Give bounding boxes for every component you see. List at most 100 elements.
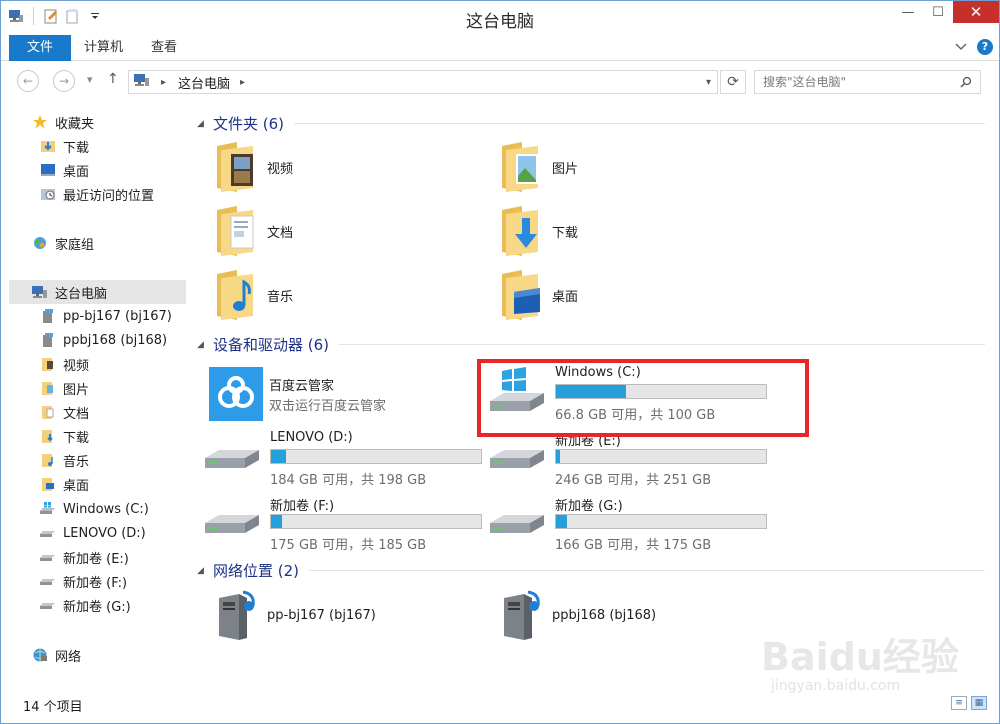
tab-view[interactable]: 查看: [138, 35, 190, 61]
drive-usage-fill: [271, 450, 286, 463]
expand-ribbon-icon[interactable]: [955, 40, 967, 54]
breadcrumb-separator-icon[interactable]: ▸: [240, 77, 245, 88]
folder-tile-downloads[interactable]: 下载: [494, 203, 578, 259]
group-header-network[interactable]: ◢ 网络位置 (2): [197, 560, 985, 581]
search-input[interactable]: 搜索"这台电脑": [754, 70, 981, 94]
sidebar-item-favorites[interactable]: 收藏夹: [9, 110, 186, 134]
sidebar-item-music[interactable]: 音乐: [9, 448, 186, 472]
back-button[interactable]: ←: [17, 70, 39, 92]
homegroup-icon: [31, 235, 49, 251]
sidebar-item-drive-c[interactable]: Windows (C:): [9, 497, 186, 521]
sidebar-item-label: 这台电脑: [55, 286, 108, 302]
breadcrumb-separator-icon[interactable]: ▸: [161, 77, 166, 88]
sidebar-item-recent-places[interactable]: 最近访问的位置: [9, 182, 186, 206]
videos-folder-icon: [209, 139, 263, 195]
sidebar-item-documents[interactable]: 文档: [9, 400, 186, 424]
pictures-folder-icon: [39, 380, 57, 396]
folder-tile-music[interactable]: 音乐: [209, 267, 293, 323]
navigation-bar: ← → ▾ ↑ ▸ 这台电脑 ▸ ▾ ⟳ 搜索"这台电脑": [1, 62, 999, 100]
sidebar-item-downloads-2[interactable]: 下载: [9, 424, 186, 448]
drive-capacity: 246 GB 可用，共 251 GB: [555, 473, 712, 488]
folder-tile-pictures[interactable]: 图片: [494, 139, 578, 195]
tab-computer[interactable]: 计算机: [71, 35, 136, 61]
sidebar-item-drive-f[interactable]: 新加卷 (F:): [9, 569, 186, 593]
sidebar-item-label: 音乐: [63, 454, 90, 470]
baidu-cloud-icon: [209, 367, 273, 421]
item-count: 14 个项目: [23, 700, 83, 715]
refresh-button[interactable]: ⟳: [720, 70, 746, 94]
group-header-devices[interactable]: ◢ 设备和驱动器 (6): [197, 334, 985, 355]
hard-drive-icon: [484, 432, 548, 482]
sidebar-item-homegroup[interactable]: 家庭组: [9, 231, 186, 255]
sidebar-item-network[interactable]: 网络: [9, 643, 186, 667]
address-bar[interactable]: ▸ 这台电脑 ▸ ▾: [128, 70, 718, 94]
sidebar-item-label: 图片: [63, 382, 90, 398]
tiles-view-icon[interactable]: ▦: [971, 696, 987, 710]
sidebar-item-ppbj168[interactable]: ppbj168 (bj168): [9, 328, 186, 352]
downloads-folder-icon: [494, 203, 548, 259]
network-computer-icon: [494, 587, 548, 643]
recent-locations-dropdown-icon[interactable]: ▾: [87, 73, 93, 86]
sidebar-item-label: 下载: [63, 140, 90, 156]
help-icon[interactable]: ?: [977, 39, 993, 55]
folder-label: 下载: [552, 225, 579, 241]
drive-usage-fill: [556, 515, 567, 528]
up-button[interactable]: ↑: [107, 71, 119, 87]
hard-drive-icon: [484, 497, 548, 547]
folder-label: 图片: [552, 161, 579, 177]
address-history-dropdown-icon[interactable]: ▾: [706, 77, 711, 88]
drive-tile-e[interactable]: 新加卷 (E:) 246 GB 可用，共 251 GB: [484, 428, 767, 490]
collapse-chevron-icon[interactable]: ◢: [197, 119, 205, 129]
hard-drive-icon: [199, 432, 263, 482]
sidebar-item-label: pp-bj167 (bj167): [63, 308, 172, 324]
folder-tile-videos[interactable]: 视频: [209, 139, 293, 195]
sidebar-item-label: 视频: [63, 358, 90, 374]
search-icon[interactable]: [960, 71, 972, 95]
desktop-icon: [39, 162, 57, 178]
sidebar-item-this-pc[interactable]: 这台电脑: [9, 280, 186, 304]
sidebar-item-desktop-2[interactable]: 桌面: [9, 472, 186, 496]
folder-tile-documents[interactable]: 文档: [209, 203, 293, 259]
network-drive-icon: [39, 332, 57, 348]
sidebar-item-label: 新加卷 (G:): [63, 599, 131, 615]
sidebar-item-desktop[interactable]: 桌面: [9, 158, 186, 182]
sidebar-item-pictures[interactable]: 图片: [9, 376, 186, 400]
drive-tile-f[interactable]: 新加卷 (F:) 175 GB 可用，共 185 GB: [199, 493, 482, 555]
computer-icon: [31, 284, 49, 300]
drive-usage-bar: [555, 449, 767, 464]
sidebar-item-label: 桌面: [63, 478, 90, 494]
sidebar-item-downloads[interactable]: 下载: [9, 134, 186, 158]
forward-button[interactable]: →: [53, 70, 75, 92]
sidebar-item-drive-e[interactable]: 新加卷 (E:): [9, 545, 186, 569]
sidebar-item-drive-d[interactable]: LENOVO (D:): [9, 521, 186, 545]
title-bar: 这台电脑 — ☐ ✕: [1, 1, 999, 35]
network-tile-ppbj168[interactable]: ppbj168 (bj168): [494, 587, 656, 643]
close-button[interactable]: ✕: [953, 1, 999, 23]
music-folder-icon: [39, 452, 57, 468]
network-tile-pp-bj167[interactable]: pp-bj167 (bj167): [209, 587, 376, 643]
breadcrumb[interactable]: 这台电脑: [178, 73, 230, 92]
sidebar-item-videos[interactable]: 视频: [9, 352, 186, 376]
minimize-button[interactable]: —: [893, 1, 923, 23]
group-header-folders[interactable]: ◢ 文件夹 (6): [197, 113, 985, 134]
navigation-pane: 收藏夹 下载 桌面 最近访问的位置 家庭组 这台电脑 pp-bj167 (bj1…: [9, 101, 186, 687]
collapse-chevron-icon[interactable]: ◢: [197, 340, 205, 350]
downloads-folder-icon: [39, 138, 57, 154]
drive-tile-g[interactable]: 新加卷 (G:) 166 GB 可用，共 175 GB: [484, 493, 767, 555]
pictures-folder-icon: [494, 139, 548, 195]
sidebar-item-pp-bj167[interactable]: pp-bj167 (bj167): [9, 304, 186, 328]
folder-tile-desktop[interactable]: 桌面: [494, 267, 578, 323]
drive-usage-fill: [271, 515, 283, 528]
window-controls: — ☐ ✕: [893, 1, 999, 23]
tab-file[interactable]: 文件: [9, 35, 71, 61]
maximize-button[interactable]: ☐: [923, 1, 953, 23]
hard-drive-icon: [39, 549, 57, 565]
windows-drive-icon: [39, 501, 57, 517]
drive-usage-bar: [555, 514, 767, 529]
group-title: 文件夹 (6): [213, 115, 285, 133]
desktop-folder-icon: [39, 476, 57, 492]
app-tile-baidu-cloud[interactable]: 百度云管家 双击运行百度云管家: [209, 363, 481, 425]
collapse-chevron-icon[interactable]: ◢: [197, 566, 205, 576]
drive-tile-d[interactable]: LENOVO (D:) 184 GB 可用，共 198 GB: [199, 428, 482, 490]
sidebar-item-drive-g[interactable]: 新加卷 (G:): [9, 593, 186, 617]
